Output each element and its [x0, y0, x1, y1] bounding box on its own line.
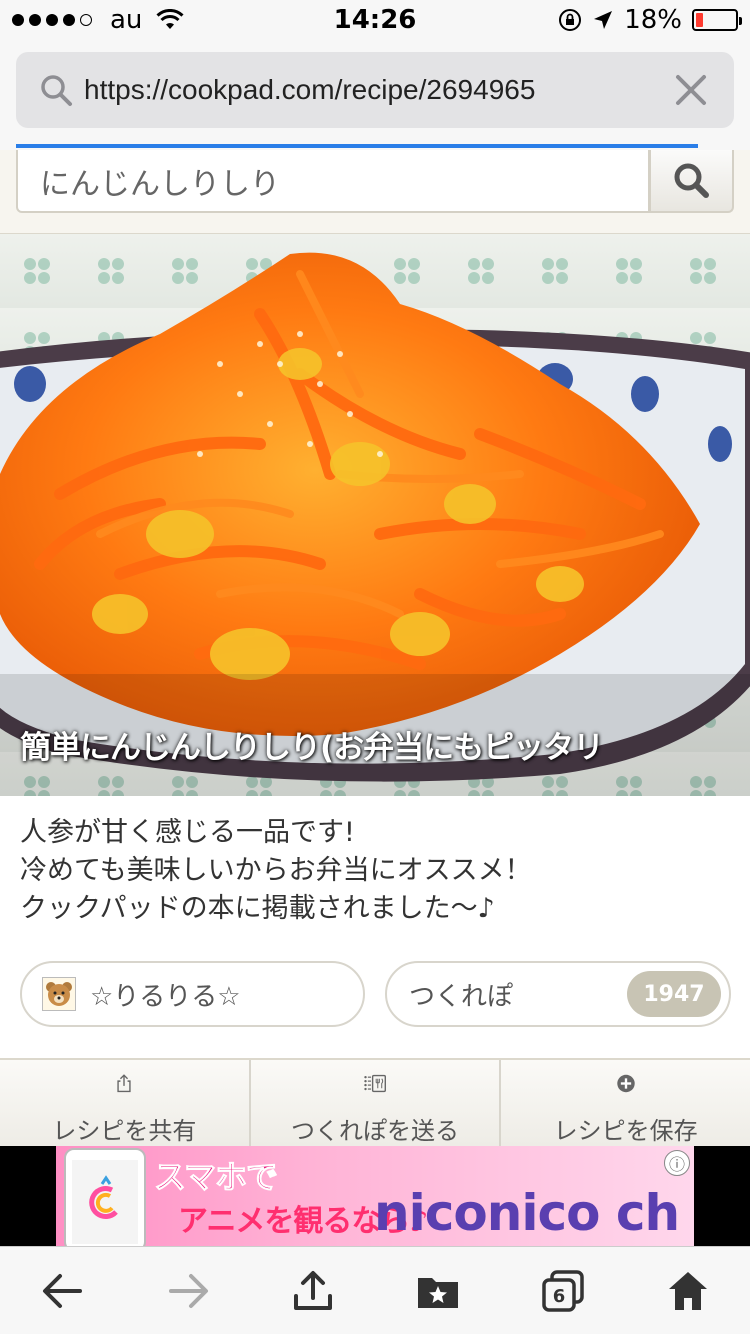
carrot-dish-image: [0, 234, 750, 796]
description-line: 冷めても美味しいからお弁当にオススメ！: [20, 855, 532, 886]
location-arrow-icon: [594, 11, 613, 29]
back-arrow-icon: [42, 1273, 82, 1308]
search-icon: [41, 75, 72, 106]
description-line: 人参が甘く感じる一品です!: [20, 817, 355, 848]
carrier-name: au: [110, 5, 143, 35]
ad-copy-line-1: スマホで: [153, 1158, 278, 1197]
orientation-lock-icon: [559, 9, 582, 31]
share-recipe-button[interactable]: レシピを共有: [0, 1060, 249, 1146]
add-circle-icon: [616, 1074, 635, 1093]
author-name: ☆りるりる☆: [90, 981, 241, 1012]
ad-brand-logo: niconico ch: [374, 1184, 680, 1242]
recipe-search-bar: にんじんしりしり: [0, 150, 750, 234]
search-icon: [674, 163, 709, 198]
forward-button[interactable]: [153, 1256, 223, 1326]
page-load-progress: [16, 144, 699, 148]
share-page-button[interactable]: [278, 1256, 348, 1326]
recipe-title: 簡単にんじんしりしり(お弁当にもピッタリ: [20, 730, 604, 766]
url-field[interactable]: https://cookpad.com/recipe/2694965: [16, 52, 734, 128]
home-icon: [668, 1271, 707, 1310]
tabs-button[interactable]: 6: [528, 1256, 598, 1326]
ad-banner[interactable]: スマホで アニメを観るなら♪ niconico ch ⓘ: [0, 1146, 750, 1246]
url-text[interactable]: https://cookpad.com/recipe/2694965: [84, 74, 670, 106]
recipe-search-button[interactable]: [650, 150, 734, 213]
recipe-description: 人参が甘く感じる一品です! 冷めても美味しいからお弁当にオススメ！ クックパッド…: [20, 814, 730, 928]
send-tsukurepo-label: つくれぽを送る: [291, 1117, 459, 1145]
tsukurepo-button[interactable]: つくれぽ 1947: [385, 961, 731, 1027]
upload-share-icon: [293, 1270, 332, 1310]
ad-phone-image: [64, 1148, 146, 1246]
forward-arrow-icon: [168, 1273, 208, 1308]
share-icon: [117, 1074, 131, 1093]
description-line: クックパッドの本に掲載されました〜♪: [20, 893, 495, 924]
ad-info-icon[interactable]: ⓘ: [664, 1150, 690, 1176]
tabs-icon: 6: [541, 1269, 584, 1312]
battery-percent: 18%: [624, 5, 682, 35]
bear-avatar-icon: [46, 982, 72, 1006]
back-button[interactable]: [28, 1256, 98, 1326]
recipe-search-input[interactable]: にんじんしりしり: [16, 150, 650, 213]
bookmark-folder-icon: [417, 1277, 458, 1308]
recipe-photo[interactable]: [0, 234, 750, 796]
close-icon[interactable]: [670, 69, 712, 111]
save-recipe-button[interactable]: レシピを保存: [499, 1060, 750, 1146]
signal-strength-icon: [12, 14, 92, 26]
avatar: [42, 977, 76, 1011]
bookmarks-button[interactable]: [403, 1256, 473, 1326]
send-tsukurepo-button[interactable]: つくれぽを送る: [248, 1060, 500, 1146]
tsukurepo-label: つくれぽ: [409, 981, 514, 1012]
status-bar: au 14:26 18%: [0, 0, 750, 40]
browser-address-bar: https://cookpad.com/recipe/2694965: [0, 40, 750, 150]
share-recipe-label: レシピを共有: [52, 1117, 197, 1145]
wifi-icon: [156, 9, 184, 29]
recipe-action-bar: レシピを共有 つくれぽを送る レシピを保存: [0, 1058, 750, 1146]
ad-creative[interactable]: スマホで アニメを観るなら♪ niconico ch ⓘ: [56, 1146, 694, 1246]
save-recipe-label: レシピを保存: [553, 1117, 698, 1145]
tsukurepo-count-badge: 1947: [627, 971, 721, 1017]
battery-icon: [692, 9, 742, 31]
author-button[interactable]: ☆りるりる☆: [20, 961, 365, 1027]
app-logo-icon: [89, 1175, 118, 1219]
browser-toolbar: 6: [0, 1246, 750, 1334]
tsukurepo-icon: [364, 1074, 386, 1093]
svg-text:6: 6: [552, 1286, 565, 1307]
home-button[interactable]: [653, 1256, 723, 1326]
